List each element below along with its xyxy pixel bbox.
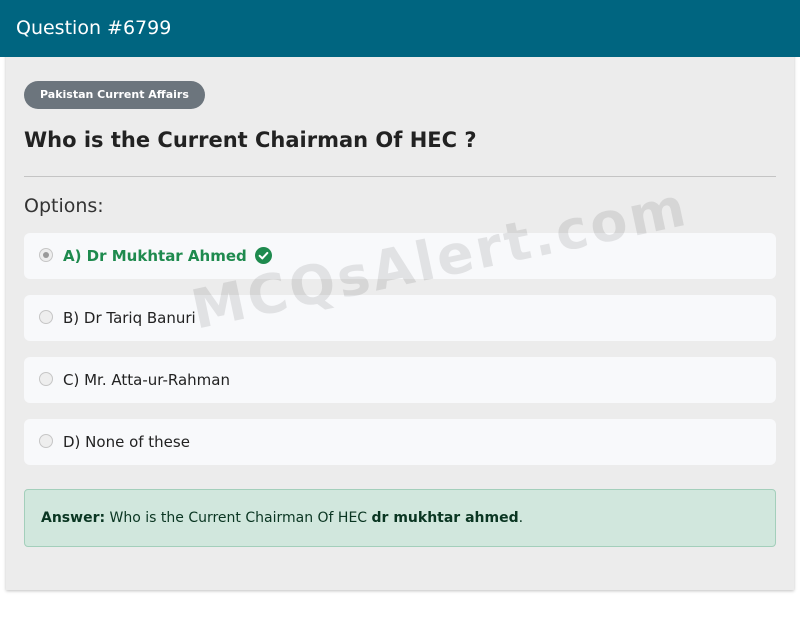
answer-value: dr mukhtar ahmed (371, 510, 519, 526)
category-badge[interactable]: Pakistan Current Affairs (24, 81, 205, 109)
options-heading: Options: (24, 195, 104, 217)
option-a-text: A) Dr Mukhtar Ahmed (63, 247, 247, 265)
answer-suffix: . (518, 510, 524, 526)
question-header: Question #6799 (0, 0, 800, 57)
option-b-label: B) Dr Tariq Banuri (63, 309, 196, 327)
answer-text: Who is the Current Chairman Of HEC (109, 510, 368, 526)
option-c[interactable]: C) Mr. Atta-ur-Rahman (24, 357, 776, 403)
question-number: Question #6799 (16, 17, 172, 39)
answer-box: Answer: Who is the Current Chairman Of H… (24, 489, 776, 547)
radio-button-a[interactable] (39, 248, 53, 262)
option-d[interactable]: D) None of these (24, 419, 776, 465)
option-d-label: D) None of these (63, 433, 190, 451)
divider (24, 176, 776, 177)
question-text: Who is the Current Chairman Of HEC ? (24, 128, 477, 152)
radio-button-c[interactable] (39, 372, 53, 386)
radio-button-b[interactable] (39, 310, 53, 324)
option-a-label: A) Dr Mukhtar Ahmed (63, 233, 272, 279)
question-card: Question #6799 Pakistan Current Affairs … (0, 0, 800, 590)
answer-prefix: Answer: (41, 510, 106, 526)
radio-button-d[interactable] (39, 434, 53, 448)
option-a[interactable]: A) Dr Mukhtar Ahmed (24, 233, 776, 279)
check-circle-icon (254, 246, 272, 264)
option-b[interactable]: B) Dr Tariq Banuri (24, 295, 776, 341)
option-c-label: C) Mr. Atta-ur-Rahman (63, 371, 230, 389)
